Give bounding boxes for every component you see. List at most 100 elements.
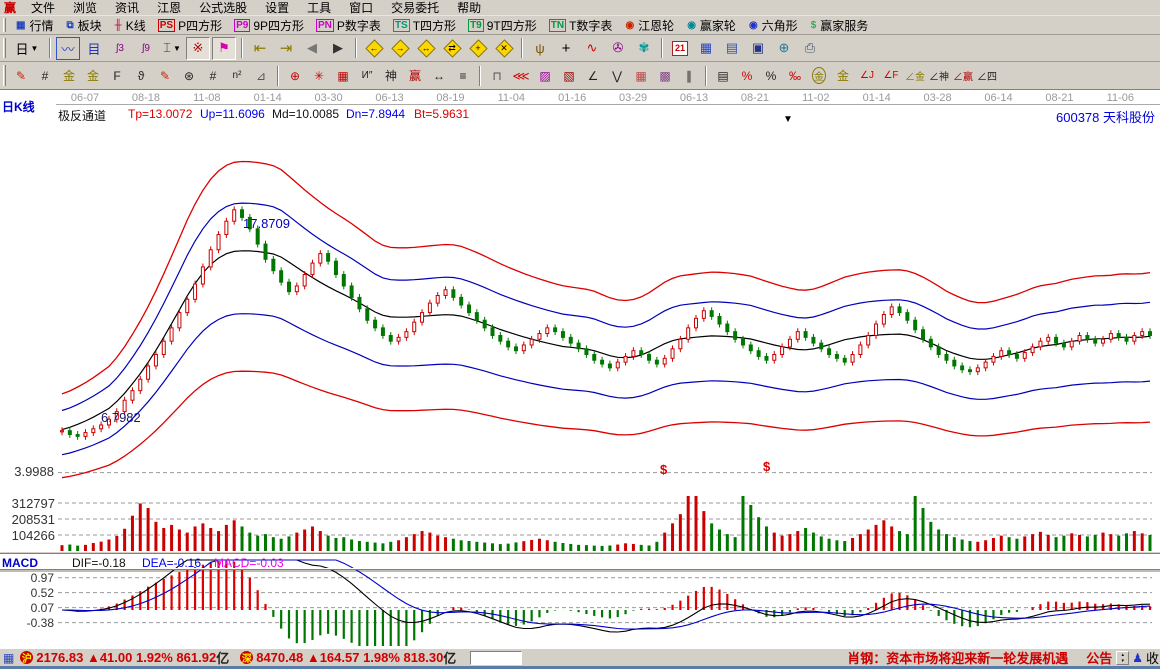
shen-tool-icon[interactable]: 神 xyxy=(380,64,402,88)
toolbar-grip[interactable] xyxy=(3,65,6,87)
menu-交易委托[interactable]: 交易委托 xyxy=(382,0,448,16)
parallel-lines-icon[interactable]: ∥ xyxy=(678,64,700,88)
stock-symbol-name[interactable]: 600378 天科股份 xyxy=(1056,107,1155,126)
menu-浏览[interactable]: 浏览 xyxy=(64,0,106,16)
menu-资讯[interactable]: 资讯 xyxy=(106,0,148,16)
zoom-out-icon[interactable]: ✕ xyxy=(492,37,516,60)
view-t-number-table[interactable]: TNT数字表 xyxy=(543,17,619,34)
shenzhen-index-quote[interactable]: 8470.48 ▲164.57 1.98% 818.30 xyxy=(256,650,443,665)
permille-icon[interactable]: ‰ xyxy=(784,64,806,88)
menu-设置[interactable]: 设置 xyxy=(256,0,298,16)
pattern-icon[interactable]: ※ xyxy=(186,37,210,60)
notes-icon[interactable]: ▤ xyxy=(720,37,744,60)
ying-tool-icon[interactable]: 赢 xyxy=(404,64,426,88)
draw-pen-icon[interactable]: ✎ xyxy=(10,64,32,88)
prev-icon[interactable]: ◀ xyxy=(300,37,324,60)
menu-窗口[interactable]: 窗口 xyxy=(340,0,382,16)
flip-tool-icon[interactable]: ⊿ xyxy=(250,64,272,88)
circle-gauge-icon[interactable]: ⊛ xyxy=(178,64,200,88)
radial-web-icon[interactable]: ✳ xyxy=(308,64,330,88)
slope-f-icon[interactable]: ∠F xyxy=(880,64,902,88)
scroll-right-icon[interactable]: → xyxy=(388,37,412,60)
next-icon[interactable]: ▶ xyxy=(326,37,350,60)
stats-table-icon[interactable]: ▤ xyxy=(712,64,734,88)
pen-ruler-icon[interactable]: ✎ xyxy=(154,64,176,88)
view-gann-wheel[interactable]: ◉江恩轮 xyxy=(618,17,680,34)
view-9p-square[interactable]: P99P四方形 xyxy=(228,17,310,34)
save-icon[interactable]: ▣ xyxy=(746,37,770,60)
grid-red-icon[interactable]: ▦ xyxy=(630,64,652,88)
spiral-icon[interactable]: ϑ xyxy=(130,64,152,88)
slope-shen-icon[interactable]: ∠神 xyxy=(928,64,950,88)
toolbar-grip[interactable] xyxy=(3,18,6,32)
pane-splitter[interactable] xyxy=(0,568,1160,570)
view-kline-view[interactable]: ╫K线 xyxy=(108,17,152,34)
menu-公式选股[interactable]: 公式选股 xyxy=(190,0,256,16)
square-web-icon[interactable]: ▦ xyxy=(332,64,354,88)
grid-box-icon[interactable]: ▩ xyxy=(654,64,676,88)
slope-j-icon[interactable]: ∠J xyxy=(856,64,878,88)
trend-angle-icon[interactable]: ∠ xyxy=(582,64,604,88)
indicator-name[interactable]: 极反通道 xyxy=(58,107,106,124)
shenzhen-index-badge[interactable]: 深 xyxy=(240,651,253,664)
step-3-icon[interactable]: ʃ3 xyxy=(108,37,132,60)
shanghai-index-quote[interactable]: 2176.83 ▲41.00 1.92% 861.92 xyxy=(36,650,216,665)
crosshair-circle-icon[interactable]: ⊕ xyxy=(284,64,306,88)
v-line-icon[interactable]: ⋁ xyxy=(606,64,628,88)
quick-code-input[interactable] xyxy=(470,651,522,665)
view-winner-wheel[interactable]: ◉赢家轮 xyxy=(680,17,742,34)
view-t-square[interactable]: TST四方形 xyxy=(387,17,462,34)
announcement-link[interactable]: 公告 xyxy=(1086,648,1112,667)
toolbar-grip[interactable] xyxy=(3,38,6,59)
expand-h-icon[interactable]: ↔ xyxy=(414,37,438,60)
count-ruler-icon[interactable]: ≡ xyxy=(452,64,474,88)
info-list-icon[interactable]: 目 xyxy=(82,37,106,60)
pane-splitter[interactable] xyxy=(0,551,1160,554)
box-handle-icon[interactable]: ⊓ xyxy=(486,64,508,88)
width-marker-icon[interactable]: ↔ xyxy=(428,64,450,88)
angle-curve-icon[interactable]: ∿ xyxy=(580,37,604,60)
swap-icon[interactable]: ⇄ xyxy=(440,37,464,60)
crosshair-icon[interactable]: + xyxy=(554,37,578,60)
view-sector-blocks[interactable]: ⧉板块 xyxy=(59,17,107,34)
network-icon[interactable]: ⊕ xyxy=(772,37,796,60)
news-ticker[interactable]: 肖钢：资本市场将迎来新一轮发展机遇 xyxy=(847,648,1068,667)
percent-icon[interactable]: % xyxy=(760,64,782,88)
analyst-icon[interactable]: ♟ xyxy=(1132,651,1143,665)
view-p-square[interactable]: PSP四方形 xyxy=(152,17,228,34)
menu-江恩[interactable]: 江恩 xyxy=(148,0,190,16)
slope-four-icon[interactable]: ∠四 xyxy=(976,64,998,88)
view-hexagon[interactable]: ◉六角形 xyxy=(742,17,804,34)
f-ruler-icon[interactable]: F xyxy=(106,64,128,88)
calendar-icon[interactable]: 21 xyxy=(668,37,692,60)
gann-fan-icon[interactable]: ▧ xyxy=(558,64,580,88)
calculator-icon[interactable]: ▦ xyxy=(694,37,718,60)
quote-grid-icon[interactable]: ▦ xyxy=(0,651,17,665)
collapse-label[interactable]: 收 xyxy=(1146,648,1160,667)
menu-工具[interactable]: 工具 xyxy=(298,0,340,16)
candle-type-dropdown[interactable]: ⌶▼ xyxy=(160,37,184,60)
slope-gold-icon[interactable]: ∠金 xyxy=(904,64,926,88)
view-winner-service[interactable]: $赢家服务 xyxy=(804,17,875,34)
percent-slash-icon[interactable]: % xyxy=(736,64,758,88)
menu-文件[interactable]: 文件 xyxy=(22,0,64,16)
scroll-left-icon[interactable]: ← xyxy=(362,37,386,60)
ray-fan-icon[interactable]: ⋘ xyxy=(510,64,532,88)
i-quote-icon[interactable]: И″ xyxy=(356,64,378,88)
gann-box-icon[interactable]: ▨ xyxy=(534,64,556,88)
dense-ruler-icon[interactable]: # xyxy=(202,64,224,88)
shanghai-index-badge[interactable]: 沪 xyxy=(20,651,33,664)
zoom-in-icon[interactable]: + xyxy=(466,37,490,60)
print-icon[interactable]: ⎙ xyxy=(798,37,822,60)
ruler-icon[interactable]: # xyxy=(34,64,56,88)
n2-ruler-icon[interactable]: n² xyxy=(226,64,248,88)
menu-帮助[interactable]: 帮助 xyxy=(448,0,490,16)
gold-circle-icon[interactable]: 金 xyxy=(808,64,830,88)
gold-lines-icon[interactable]: 金 xyxy=(832,64,854,88)
gold-ruler-icon[interactable]: 金 xyxy=(58,64,80,88)
gold-ruler2-icon[interactable]: 金 xyxy=(82,64,104,88)
spinner-button[interactable]: ▴▾ xyxy=(1116,651,1129,665)
signal-flag-icon[interactable]: ⚑ xyxy=(212,37,236,60)
cloud-tool-icon[interactable]: ✾ xyxy=(632,37,656,60)
view-market-quotes[interactable]: ▦行情 xyxy=(9,17,59,34)
